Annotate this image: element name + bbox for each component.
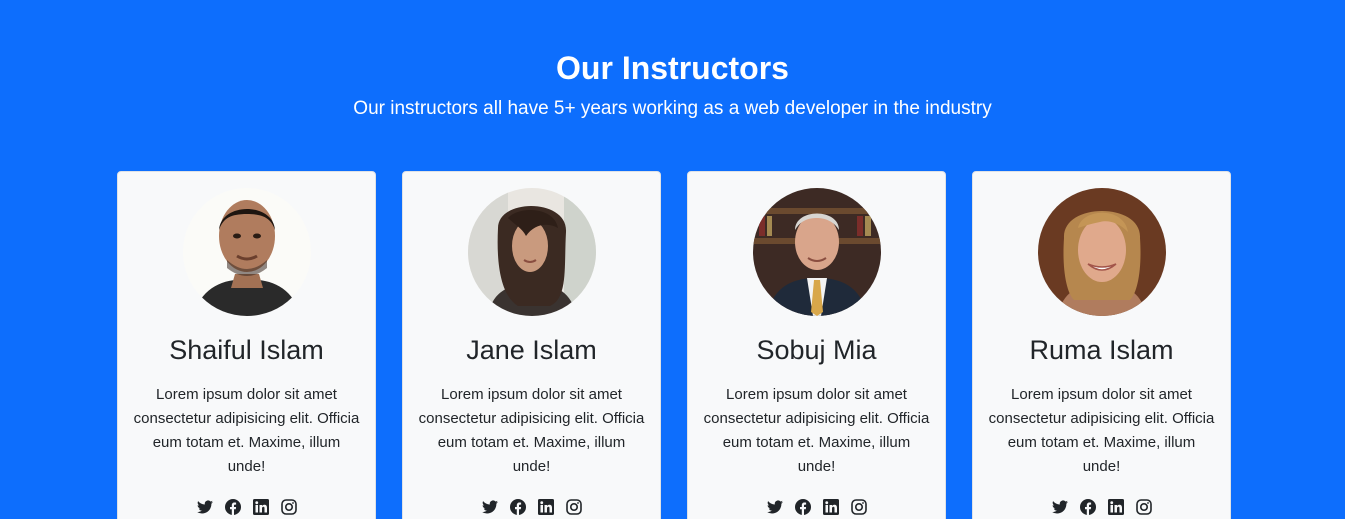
instagram-icon[interactable] [1135, 499, 1152, 515]
twitter-icon[interactable] [196, 499, 213, 515]
linkedin-icon[interactable] [1107, 499, 1124, 515]
instructor-bio: Lorem ipsum dolor sit amet consectetur a… [133, 386, 360, 475]
instructor-bio: Lorem ipsum dolor sit amet consectetur a… [703, 386, 930, 475]
instagram-icon[interactable] [565, 499, 582, 515]
linkedin-icon[interactable] [537, 499, 554, 515]
facebook-icon[interactable] [509, 499, 526, 515]
facebook-icon[interactable] [224, 499, 241, 515]
instagram-icon[interactable] [280, 499, 297, 515]
instructor-name: Jane Islam [466, 335, 597, 365]
instructor-name: Shaiful Islam [169, 335, 324, 365]
avatar [468, 188, 596, 316]
instructor-card: Sobuj Mia Lorem ipsum dolor sit amet con… [687, 171, 946, 519]
instructor-bio: Lorem ipsum dolor sit amet consectetur a… [418, 386, 645, 475]
linkedin-icon[interactable] [822, 499, 839, 515]
twitter-icon[interactable] [481, 499, 498, 515]
facebook-icon[interactable] [1079, 499, 1096, 515]
instructor-bio: Lorem ipsum dolor sit amet consectetur a… [988, 386, 1215, 475]
instructor-card: Ruma Islam Lorem ipsum dolor sit amet co… [972, 171, 1231, 519]
linkedin-icon[interactable] [252, 499, 269, 515]
social-links [403, 499, 660, 517]
social-links [688, 499, 945, 517]
avatar [753, 188, 881, 316]
instructor-name: Sobuj Mia [756, 335, 877, 365]
instructor-card: Jane Islam Lorem ipsum dolor sit amet co… [402, 171, 661, 519]
social-links [973, 499, 1230, 517]
section-subtitle: Our instructors all have 5+ years workin… [353, 98, 992, 119]
instructors-section: Our Instructors Our instructors all have… [0, 0, 1345, 519]
instructor-name: Ruma Islam [1029, 335, 1174, 365]
twitter-icon[interactable] [1051, 499, 1068, 515]
avatar [1038, 188, 1166, 316]
social-links [118, 499, 375, 517]
instagram-icon[interactable] [850, 499, 867, 515]
section-title: Our Instructors [556, 50, 789, 86]
twitter-icon[interactable] [766, 499, 783, 515]
avatar [183, 188, 311, 316]
facebook-icon[interactable] [794, 499, 811, 515]
instructor-card: Shaiful Islam Lorem ipsum dolor sit amet… [117, 171, 376, 519]
instructor-cards: Shaiful Islam Lorem ipsum dolor sit amet… [117, 171, 1233, 519]
